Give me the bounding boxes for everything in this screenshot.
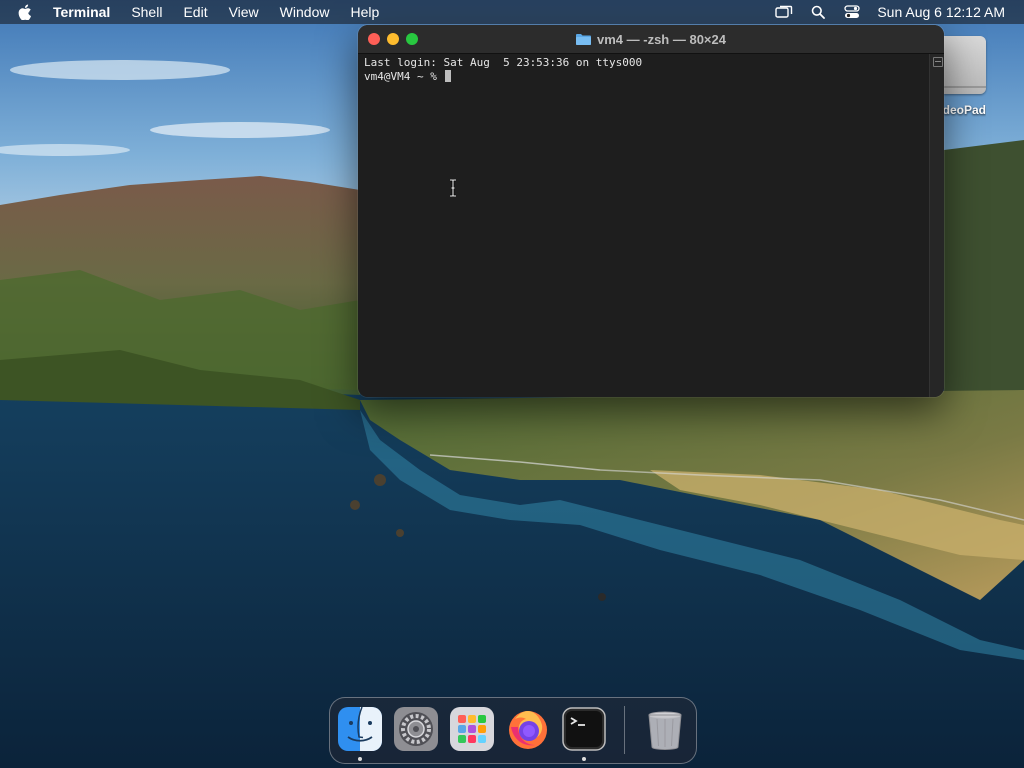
dock-separator — [624, 706, 625, 754]
drive-label: VideoPad — [942, 103, 986, 117]
terminal-output[interactable]: Last login: Sat Aug 5 23:53:36 on ttys00… — [358, 54, 930, 397]
dock-system-preferences-icon[interactable] — [394, 707, 438, 751]
control-center-icon[interactable] — [843, 4, 861, 20]
menu-bar: Terminal Shell Edit View Window Help Sun… — [0, 0, 1024, 24]
dock-launchpad-icon[interactable] — [450, 707, 494, 751]
apple-menu-icon[interactable] — [18, 4, 34, 20]
window-title-text: vm4 — -zsh — 80×24 — [597, 31, 726, 47]
terminal-running-indicator — [582, 757, 586, 761]
window-title: vm4 — -zsh — 80×24 — [358, 25, 944, 53]
menu-view[interactable]: View — [229, 4, 259, 20]
menu-window[interactable]: Window — [280, 4, 330, 20]
spotlight-search-icon[interactable] — [809, 4, 827, 20]
text-cursor — [445, 70, 452, 82]
dock-firefox-icon[interactable] — [506, 707, 550, 751]
menu-clock[interactable]: Sun Aug 6 12:12 AM — [877, 4, 1005, 20]
menu-shell[interactable]: Shell — [131, 4, 162, 20]
prompt-text: vm4@VM4 ~ % — [364, 70, 444, 83]
terminal-titlebar[interactable]: vm4 — -zsh — 80×24 — [358, 25, 944, 54]
external-drive-icon — [942, 36, 986, 94]
folder-icon — [576, 34, 591, 45]
dock-trash-icon[interactable] — [643, 707, 687, 751]
terminal-scrollbar[interactable] — [929, 54, 944, 397]
finder-running-indicator — [358, 757, 362, 761]
desktop-drive-videopad[interactable]: VideoPad — [942, 36, 1024, 126]
menu-help[interactable]: Help — [350, 4, 379, 20]
menu-edit[interactable]: Edit — [183, 4, 207, 20]
terminal-window[interactable]: vm4 — -zsh — 80×24 Last login: Sat Aug 5… — [358, 25, 944, 397]
dock-terminal-icon[interactable] — [562, 707, 606, 751]
prompt-line[interactable]: vm4@VM4 ~ % — [364, 70, 924, 84]
split-pane-icon[interactable] — [933, 57, 943, 67]
last-login-line: Last login: Sat Aug 5 23:53:36 on ttys00… — [364, 56, 643, 69]
ibeam-cursor-icon — [450, 179, 456, 197]
dock-finder-icon[interactable] — [338, 706, 382, 751]
screen-mirroring-icon[interactable] — [775, 4, 793, 20]
menu-app-name[interactable]: Terminal — [53, 4, 110, 20]
dock — [329, 697, 697, 764]
